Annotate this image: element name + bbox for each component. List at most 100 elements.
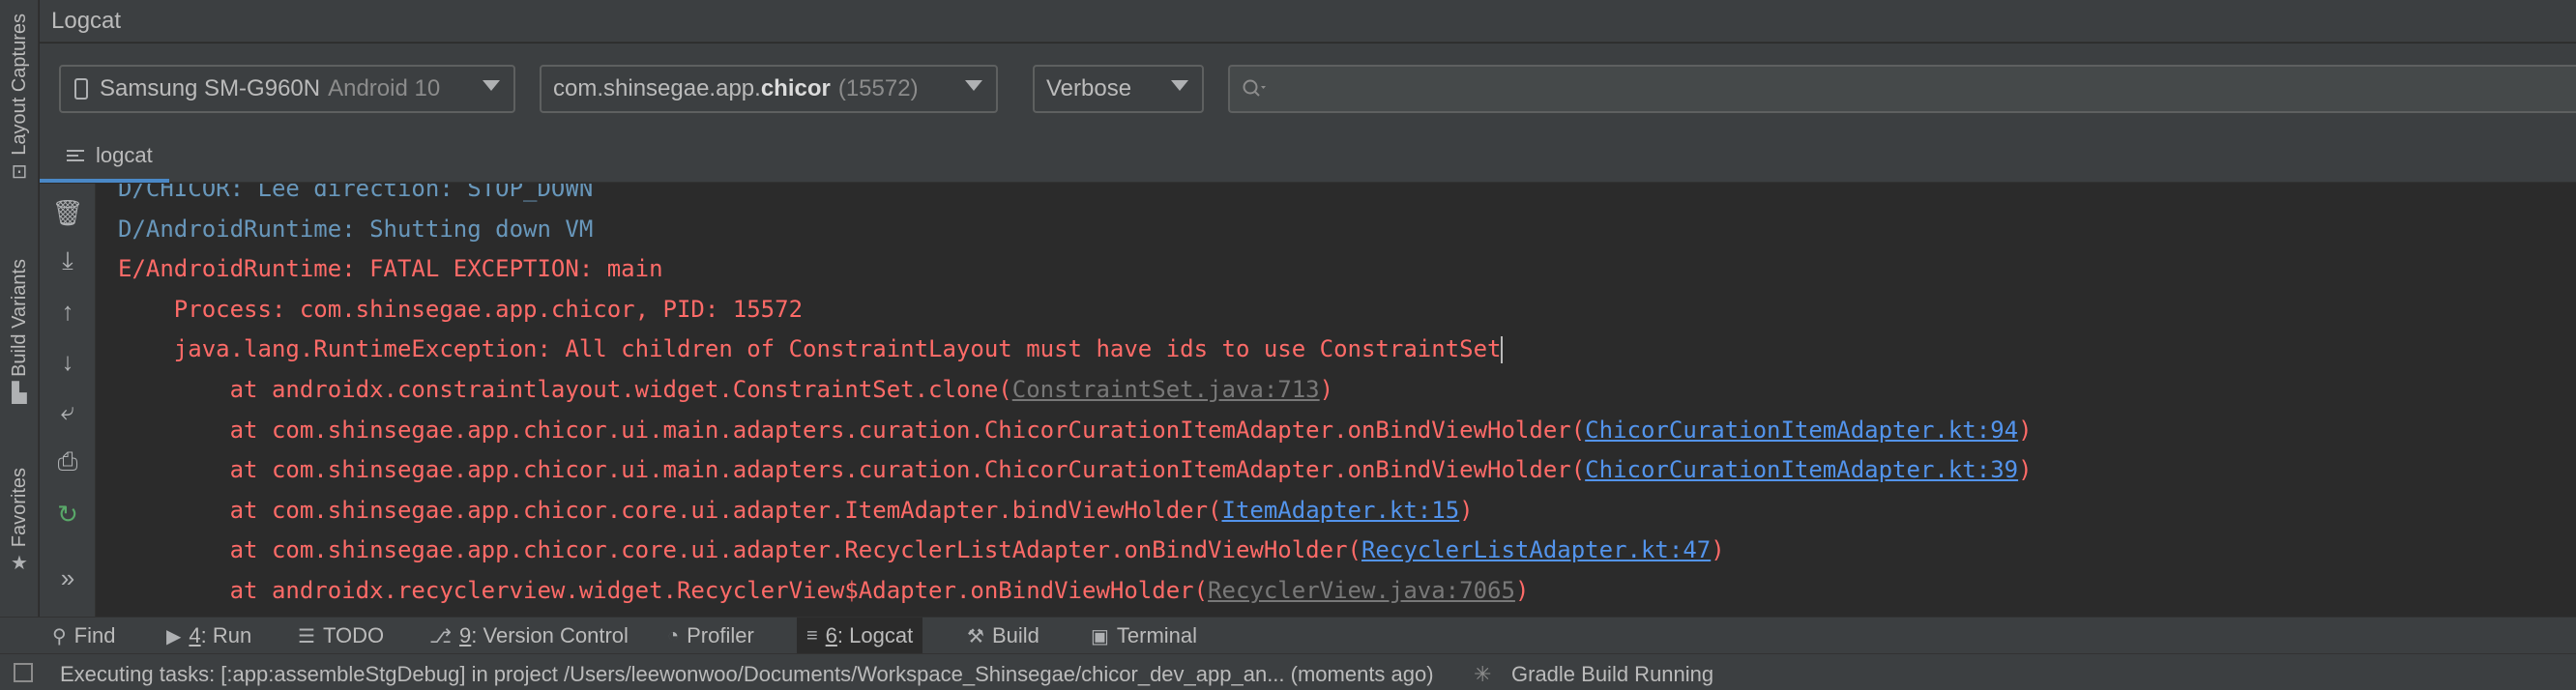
source-link[interactable]: ChicorCurationItemAdapter.kt:94 [1585,417,2018,444]
text-cursor [1501,336,1504,364]
search-icon [1243,79,1266,97]
status-message[interactable]: Executing tasks: [:app:assembleStgDebug]… [60,662,1434,687]
log-suffix: ) [1514,577,1530,604]
log-text: at com.shinsegae.app.chicor.ui.main.adap… [118,416,1586,444]
device-os: Android 10 [328,75,441,101]
log-line: at com.shinsegae.app.chicor.core.ui.adap… [118,533,1725,566]
log-line: at androidx.constraintlayout.widget.Cons… [118,373,1334,406]
tool-window-todo[interactable]: ☰ TODO [288,618,394,654]
log-line: at androidx.recyclerview.widget.Recycler… [118,574,1530,607]
log-suffix: ) [2018,456,2033,484]
tool-window-label: Terminal [1116,623,1198,647]
terminal-icon: ▣ [1091,625,1109,647]
log-suffix: ) [1711,536,1725,564]
log-suffix: ) [1459,496,1474,524]
layout-captures-icon: ⊡ [11,160,28,183]
tool-window-label: : Version Control [471,623,629,647]
process-selector[interactable]: com.shinsegae.app. chicor (15572) [540,65,998,113]
log-level-selector[interactable]: Verbose [1033,65,1204,113]
log-line: Process: com.shinsegae.app.chicor, PID: … [118,293,803,326]
restart-icon[interactable]: ↻ [50,497,85,532]
vcs-icon: ⎇ [429,625,453,647]
window-title: Logcat [51,8,122,34]
tool-window-mnemonic: 6 [825,623,837,647]
tool-window-version-control[interactable]: ⎇ 9: Version Control [420,618,638,654]
print-icon[interactable]: ⎙ [50,445,85,479]
log-text: E/AndroidRuntime: FATAL EXCEPTION: main [118,255,663,283]
process-name: chicor [760,75,831,101]
search-input[interactable] [1274,76,2475,101]
log-line: java.lang.RuntimeException: All children… [118,332,1504,365]
tool-window-profiler[interactable]: ◔ Profiler [658,618,764,654]
log-line: at com.shinsegae.app.chicor.ui.main.adap… [118,414,2033,446]
layout-captures-tab[interactable]: Layout Captures ⊡ [2,14,37,184]
favorites-tab[interactable]: Favorites ★ [2,468,37,575]
logcat-toolbar: Samsung SM-G960N Android 10 com.shinsega… [40,43,2576,132]
logcat-tab-icon [67,147,84,164]
down-arrow-icon[interactable]: ↓ [50,344,85,379]
source-link[interactable]: RecyclerView.java:7065 [1208,577,1515,604]
tool-window-label: Build [991,623,1039,647]
log-text: at androidx.recyclerview.widget.Recycler… [118,577,1209,604]
star-icon: ★ [11,553,28,575]
chevron-down-icon [965,80,982,91]
log-suffix: ) [2018,416,2033,444]
logcat-actions: 🗑 ⤓ ↑ ↓ ⤶ ⎙ ↻ » [40,184,96,617]
tool-window-label: : Logcat [836,623,914,647]
scroll-to-end-icon[interactable]: ⤓ [50,244,85,278]
tool-window-build[interactable]: ⚒ Build [957,618,1049,654]
source-link[interactable]: ConstraintSet.java:713 [1012,376,1320,403]
log-text: D/CHICOR: Lee direction: STOP_DOWN [118,184,594,202]
tab-strip: logcat [40,132,2576,183]
tool-window-label: : Run [200,623,252,647]
tool-window-terminal[interactable]: ▣ Terminal [1081,618,1207,654]
source-link[interactable]: ChicorCurationItemAdapter.kt:39 [1585,456,2018,483]
logcat-icon: ≡ [806,624,818,647]
log-text: at com.shinsegae.app.chicor.core.ui.adap… [118,536,1361,564]
tab-logcat[interactable]: logcat [40,132,169,183]
hammer-icon: ⚒ [967,625,984,647]
log-text: D/AndroidRuntime: Shutting down VM [118,215,594,243]
tool-window-run[interactable]: ▶ 4: Run [157,618,261,654]
source-link[interactable]: ItemAdapter.kt:15 [1222,497,1460,524]
run-icon: ▶ [166,625,182,647]
up-arrow-icon[interactable]: ↑ [50,294,85,329]
more-icon[interactable]: » [50,561,85,595]
source-link[interactable]: RecyclerListAdapter.kt:47 [1361,536,1711,563]
clear-logcat-icon[interactable]: 🗑 [50,195,85,230]
log-text: at androidx.constraintlayout.widget.Cons… [118,376,1012,403]
process-pid: (15572) [837,75,919,101]
search-icon: ⚲ [52,625,67,647]
build-variants-label: Build Variants [8,259,30,377]
log-text: java.lang.RuntimeException: All children… [118,335,1502,363]
tool-window-label: Profiler [687,623,754,647]
soft-wrap-icon[interactable]: ⤶ [50,394,85,429]
layout-captures-label: Layout Captures [8,14,30,156]
tab-logcat-label: logcat [96,143,153,167]
log-level-value: Verbose [1046,75,1132,101]
favorites-label: Favorites [8,468,30,548]
tool-window-logcat[interactable]: ≡ 6: Logcat [797,618,923,654]
status-bar: Executing tasks: [:app:assembleStgDebug]… [0,653,2576,690]
tool-window-label: Find [73,623,116,647]
tool-window-find[interactable]: ⚲ Find [43,618,125,654]
phone-icon [74,78,88,100]
left-tool-strip: Layout Captures ⊡ Build Variants ▙ Favor… [0,0,39,653]
tool-window-mnemonic: 4 [189,623,201,647]
device-name: Samsung SM-G960N [100,75,321,101]
log-text: at com.shinsegae.app.chicor.ui.main.adap… [118,456,1586,484]
logcat-output[interactable]: D/CHICOR: Lee direction: STOP_DOWN D/Andr… [97,184,2576,617]
chevron-down-icon [1171,80,1188,91]
log-line: at com.shinsegae.app.chicor.ui.main.adap… [118,453,2033,486]
tool-windows-toggle-icon[interactable] [14,663,33,682]
log-text: at com.shinsegae.app.chicor.core.ui.adap… [118,496,1222,524]
log-line: D/AndroidRuntime: Shutting down VM [118,213,593,245]
log-line: D/CHICOR: Lee direction: STOP_DOWN [118,184,593,205]
build-variants-tab[interactable]: Build Variants ▙ [2,259,37,405]
title-bar: Logcat [40,0,2576,43]
background-task-label[interactable]: Gradle Build Running [1511,662,1713,687]
log-line: E/AndroidRuntime: FATAL EXCEPTION: main [118,252,663,285]
device-selector[interactable]: Samsung SM-G960N Android 10 [59,65,515,113]
log-line: at com.shinsegae.app.chicor.core.ui.adap… [118,494,1474,527]
progress-spinner-icon: ✳ [1474,662,1492,686]
